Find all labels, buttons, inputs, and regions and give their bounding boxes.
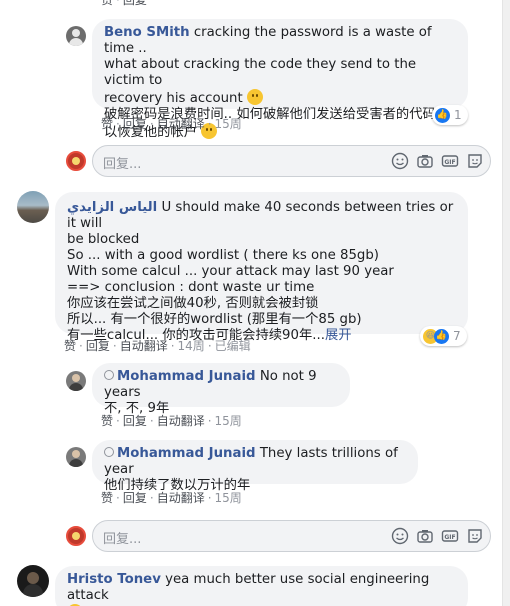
moderator-icon — [104, 447, 114, 457]
comment-actions: 赞 · 回复 · 自动翻译 · 15周 — [101, 491, 242, 505]
svg-text:GIF: GIF — [444, 534, 455, 541]
reaction-count: 7 — [453, 329, 461, 343]
avatar[interactable] — [17, 565, 49, 597]
reaction-count: 1 — [454, 108, 462, 122]
comment-translation: 你应该在尝试之间做40秒, 否则就会被封锁 — [67, 296, 319, 311]
timestamp[interactable]: 15周 — [215, 117, 242, 131]
see-more-link[interactable]: 展开 — [325, 328, 352, 343]
comment-actions: 赞 · 回复 · 自动翻译 · 15周 — [101, 117, 242, 131]
like-reaction-icon: 👍 — [434, 328, 449, 344]
comment-author[interactable]: Mohammad Junaid — [117, 446, 256, 461]
comment-actions: 赞 · 回复 · 自动翻译 · 14周 · 已编辑 — [64, 339, 251, 353]
reply-link[interactable]: 回复 — [86, 339, 110, 353]
emoji-icon[interactable] — [391, 527, 409, 545]
comment-bubble: Beno SMith cracking the password is a wa… — [92, 19, 468, 140]
auto-translate-link[interactable]: 自动翻译 — [120, 339, 168, 353]
timestamp[interactable]: 15周 — [215, 414, 242, 428]
auto-translate-link[interactable]: 自动翻译 — [157, 117, 205, 131]
like-link[interactable]: 赞 — [101, 414, 113, 428]
comment-text: what about cracking the code they send t… — [104, 57, 417, 88]
comment-text: So ... with a good wordlist ( there ks o… — [67, 248, 379, 263]
reply-link[interactable]: 回复 — [123, 414, 147, 428]
reaction-summary[interactable]: 😆 👍 7 — [420, 326, 467, 346]
comment-text: ==> conclusion : dont waste ur time — [67, 280, 315, 295]
reply-placeholder: 回复... — [103, 532, 142, 547]
like-link[interactable]: 赞 — [101, 0, 113, 7]
comment-text: be blocked — [67, 232, 140, 247]
moderator-icon — [104, 370, 114, 380]
reply-link[interactable]: 回复 — [123, 117, 147, 131]
camera-icon[interactable] — [416, 152, 434, 170]
comment-text: With some calcul ... your attack may las… — [67, 264, 394, 279]
reply-link[interactable]: 回复 — [123, 0, 147, 7]
gif-icon[interactable]: GIF — [441, 152, 459, 170]
like-link[interactable]: 赞 — [101, 491, 113, 505]
auto-translate-link[interactable]: 自动翻译 — [157, 491, 205, 505]
comment-author[interactable]: Hristo Tonev — [67, 572, 161, 587]
reaction-summary[interactable]: 👍 1 — [432, 105, 468, 125]
comment-translation: 所以... 有一个很好的wordlist (那里有一个85 gb) — [67, 312, 362, 327]
comment-bubble: Mohammad Junaid No not 9 years 不, 不, 9年 — [92, 363, 350, 416]
avatar[interactable] — [66, 26, 86, 46]
reply-placeholder: 回复... — [103, 157, 142, 172]
current-user-avatar — [66, 151, 86, 171]
comment-text: recovery his account — [104, 91, 243, 106]
comment-author[interactable]: الياس الزايدي — [67, 200, 157, 215]
reply-input[interactable]: 回复... GIF — [92, 520, 491, 552]
smile-emoji-icon — [246, 89, 263, 105]
comment-author[interactable]: Mohammad Junaid — [117, 369, 256, 384]
avatar[interactable] — [66, 447, 86, 467]
auto-translate-link[interactable]: 自动翻译 — [157, 414, 205, 428]
page-scrollbar[interactable] — [502, 0, 510, 606]
comment-author[interactable]: Beno SMith — [104, 25, 190, 40]
reply-link[interactable]: 回复 — [123, 491, 147, 505]
comment-bubble: Mohammad Junaid They lasts trillions of … — [92, 440, 418, 493]
emoji-icon[interactable] — [391, 152, 409, 170]
like-link[interactable]: 赞 — [64, 339, 76, 353]
sticker-icon[interactable] — [466, 527, 484, 545]
like-reaction-icon: 👍 — [435, 107, 450, 123]
avatar[interactable] — [66, 371, 86, 391]
timestamp[interactable]: 14周 — [178, 339, 205, 353]
edited-label[interactable]: 已编辑 — [215, 339, 251, 353]
comment-bubble: Hristo Tonev yea much better use social … — [55, 566, 468, 606]
camera-icon[interactable] — [416, 527, 434, 545]
prev-comment-actions: 赞 · 回复 — [101, 0, 147, 8]
comment-actions: 赞 · 回复 · 自动翻译 · 15周 — [101, 414, 242, 428]
gif-icon[interactable]: GIF — [441, 527, 459, 545]
comment-bubble: الياس الزايدي U should make 40 seconds b… — [55, 192, 468, 343]
timestamp[interactable]: 15周 — [215, 491, 242, 505]
like-link[interactable]: 赞 — [101, 117, 113, 131]
reply-input[interactable]: 回复... GIF — [92, 145, 491, 177]
avatar[interactable] — [17, 191, 49, 223]
svg-text:GIF: GIF — [444, 159, 455, 166]
sticker-icon[interactable] — [466, 152, 484, 170]
current-user-avatar — [66, 526, 86, 546]
